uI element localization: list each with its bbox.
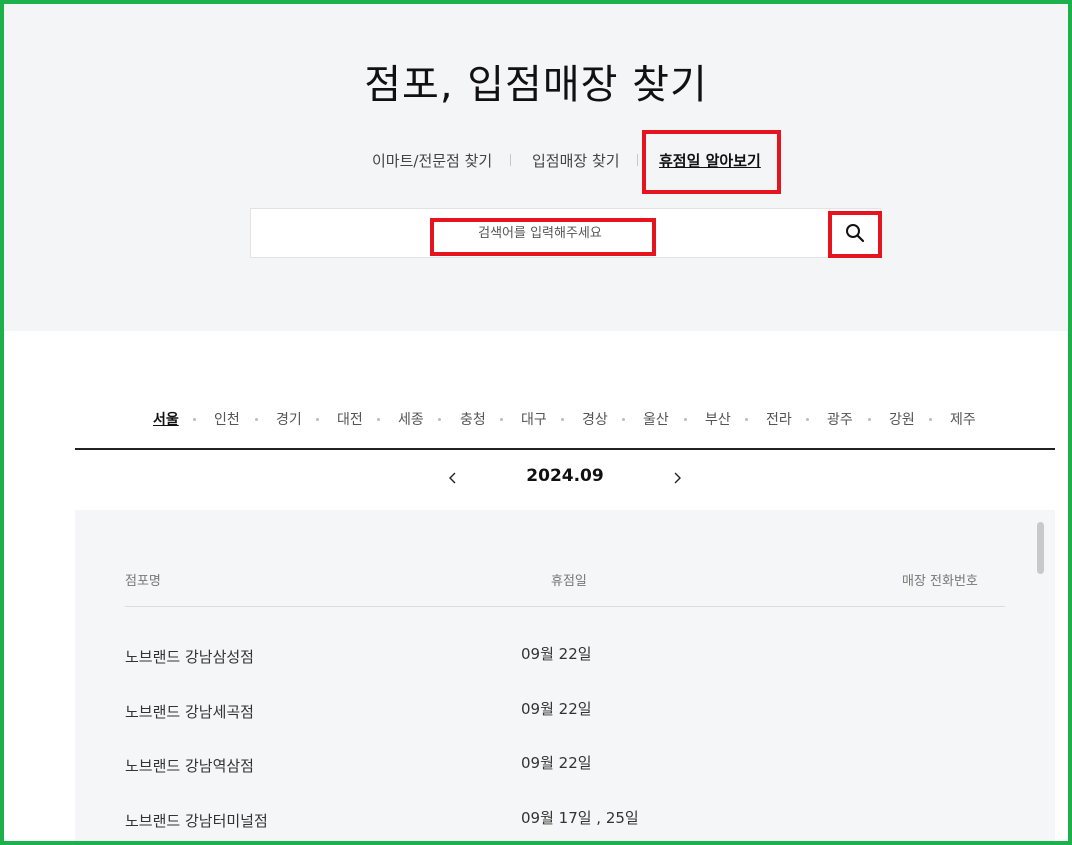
region-divider xyxy=(255,418,258,421)
region-tab[interactable]: 경기 xyxy=(276,409,302,429)
store-name: 노브랜드 강남세곡점 xyxy=(125,703,254,721)
tab-tenant-store[interactable]: 입점매장 찾기 xyxy=(532,150,620,171)
region-tab[interactable]: 울산 xyxy=(643,409,669,429)
tab-holiday[interactable]: 휴점일 알아보기 xyxy=(659,150,761,171)
column-header-store: 점포명 xyxy=(125,574,161,589)
tab-emart-store[interactable]: 이마트/전문점 찾기 xyxy=(372,150,492,171)
current-month: 2024.09 xyxy=(526,466,604,486)
tab-divider xyxy=(637,154,638,166)
header-divider xyxy=(125,606,1005,607)
holiday-table: 점포명 휴점일 매장 전화번호 노브랜드 강남삼성점 09월 22일 노브랜드 … xyxy=(75,510,1055,845)
page-title: 점포, 입점매장 찾기 xyxy=(364,62,708,108)
region-divider xyxy=(684,418,687,421)
region-tab[interactable]: 서울 xyxy=(153,409,179,429)
holiday-date: 09월 22일 xyxy=(521,700,592,718)
search-input[interactable] xyxy=(251,209,829,257)
tab-divider xyxy=(510,154,511,166)
region-divider xyxy=(622,418,625,421)
search-icon xyxy=(846,224,865,243)
region-divider xyxy=(745,418,748,421)
region-tab[interactable]: 전라 xyxy=(766,409,792,429)
region-divider xyxy=(561,418,564,421)
region-tab[interactable]: 대전 xyxy=(337,409,363,429)
region-tab[interactable]: 대구 xyxy=(521,409,547,429)
region-divider xyxy=(316,418,319,421)
region-tab[interactable]: 세종 xyxy=(398,409,424,429)
tab-bar: 이마트/전문점 찾기 입점매장 찾기 휴점일 알아보기 xyxy=(0,150,1072,174)
region-underline-divider xyxy=(75,448,1055,450)
region-tab[interactable]: 경상 xyxy=(582,409,608,429)
region-tab[interactable]: 충청 xyxy=(460,409,486,429)
search-button[interactable] xyxy=(829,208,881,258)
holiday-date: 09월 17일 , 25일 xyxy=(521,809,639,827)
column-header-phone: 매장 전화번호 xyxy=(902,574,978,589)
region-tab[interactable]: 제주 xyxy=(950,409,976,429)
region-divider xyxy=(193,418,196,421)
region-divider xyxy=(500,418,503,421)
store-name: 노브랜드 강남역삼점 xyxy=(125,757,254,775)
store-name: 노브랜드 강남터미널점 xyxy=(125,812,268,830)
region-tab[interactable]: 광주 xyxy=(827,409,853,429)
region-divider xyxy=(806,418,809,421)
prev-month-button[interactable] xyxy=(448,470,458,489)
region-divider xyxy=(438,418,441,421)
chevron-right-icon xyxy=(674,472,681,484)
region-divider xyxy=(377,418,380,421)
next-month-button[interactable] xyxy=(672,470,682,489)
store-name: 노브랜드 강남삼성점 xyxy=(125,648,254,666)
region-tab[interactable]: 인천 xyxy=(214,409,240,429)
region-tab[interactable]: 부산 xyxy=(705,409,731,429)
month-navigator: 2024.09 xyxy=(0,466,1072,492)
scrollbar-thumb[interactable] xyxy=(1037,522,1044,574)
chevron-left-icon xyxy=(449,472,456,484)
holiday-date: 09월 22일 xyxy=(521,645,592,663)
region-divider xyxy=(868,418,871,421)
column-header-holiday: 휴점일 xyxy=(551,574,587,589)
region-tab[interactable]: 강원 xyxy=(889,409,915,429)
holiday-date: 09월 22일 xyxy=(521,754,592,772)
region-divider xyxy=(929,418,932,421)
search-box xyxy=(250,208,829,258)
region-tabs: 서울 인천 경기 대전 세종 충청 대구 경상 울산 부산 전라 광주 강원 제… xyxy=(0,409,1072,431)
